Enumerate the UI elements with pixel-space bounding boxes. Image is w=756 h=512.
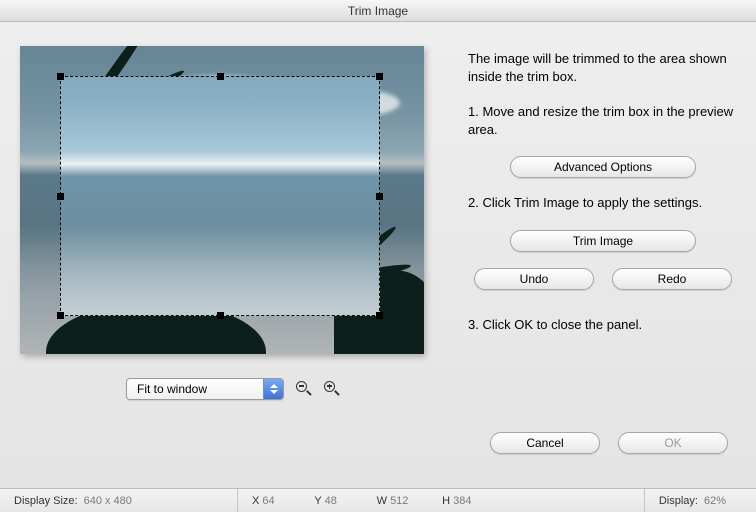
zoom-out-icon[interactable] bbox=[296, 381, 312, 397]
zoom-mode-select[interactable]: Fit to window bbox=[126, 378, 284, 400]
status-bar: Display Size: 640 x 480 X 64 Y 48 W 512 … bbox=[0, 488, 756, 512]
instructions-step2: 2. Click Trim Image to apply the setting… bbox=[468, 194, 738, 212]
status-y-value: 48 bbox=[325, 495, 359, 507]
window-titlebar: Trim Image bbox=[0, 0, 756, 22]
trim-image-button[interactable]: Trim Image bbox=[510, 230, 696, 252]
trim-box[interactable] bbox=[60, 76, 380, 316]
status-h-value: 384 bbox=[453, 495, 487, 507]
status-display-value: 62% bbox=[704, 495, 726, 507]
trim-handle-top-left[interactable] bbox=[57, 73, 64, 80]
status-w-value: 512 bbox=[390, 495, 424, 507]
advanced-options-button[interactable]: Advanced Options bbox=[510, 156, 696, 178]
trim-handle-top-mid[interactable] bbox=[217, 73, 224, 80]
select-stepper-icon bbox=[263, 379, 283, 399]
status-w-label: W bbox=[377, 495, 387, 507]
trim-handle-bottom-right[interactable] bbox=[376, 312, 383, 319]
status-h-label: H bbox=[442, 495, 450, 507]
trim-handle-mid-right[interactable] bbox=[376, 193, 383, 200]
zoom-mode-value: Fit to window bbox=[137, 382, 207, 396]
image-preview[interactable] bbox=[20, 46, 424, 354]
status-display-size-label: Display Size: bbox=[14, 495, 78, 507]
status-display-label: Display: bbox=[659, 495, 698, 507]
instructions-intro: The image will be trimmed to the area sh… bbox=[468, 50, 738, 85]
status-y-label: Y bbox=[314, 495, 321, 507]
status-display-size-value: 640 x 480 bbox=[84, 495, 132, 507]
ok-button[interactable]: OK bbox=[618, 432, 728, 454]
window-title: Trim Image bbox=[348, 4, 408, 18]
zoom-in-icon[interactable] bbox=[324, 381, 340, 397]
instructions-step1: 1. Move and resize the trim box in the p… bbox=[468, 103, 738, 138]
trim-handle-mid-left[interactable] bbox=[57, 193, 64, 200]
cancel-button[interactable]: Cancel bbox=[490, 432, 600, 454]
trim-handle-top-right[interactable] bbox=[376, 73, 383, 80]
trim-handle-bottom-mid[interactable] bbox=[217, 312, 224, 319]
instructions-step3: 3. Click OK to close the panel. bbox=[468, 316, 738, 334]
status-x-value: 64 bbox=[262, 495, 296, 507]
redo-button[interactable]: Redo bbox=[612, 268, 732, 290]
trim-handle-bottom-left[interactable] bbox=[57, 312, 64, 319]
undo-button[interactable]: Undo bbox=[474, 268, 594, 290]
status-x-label: X bbox=[252, 495, 259, 507]
